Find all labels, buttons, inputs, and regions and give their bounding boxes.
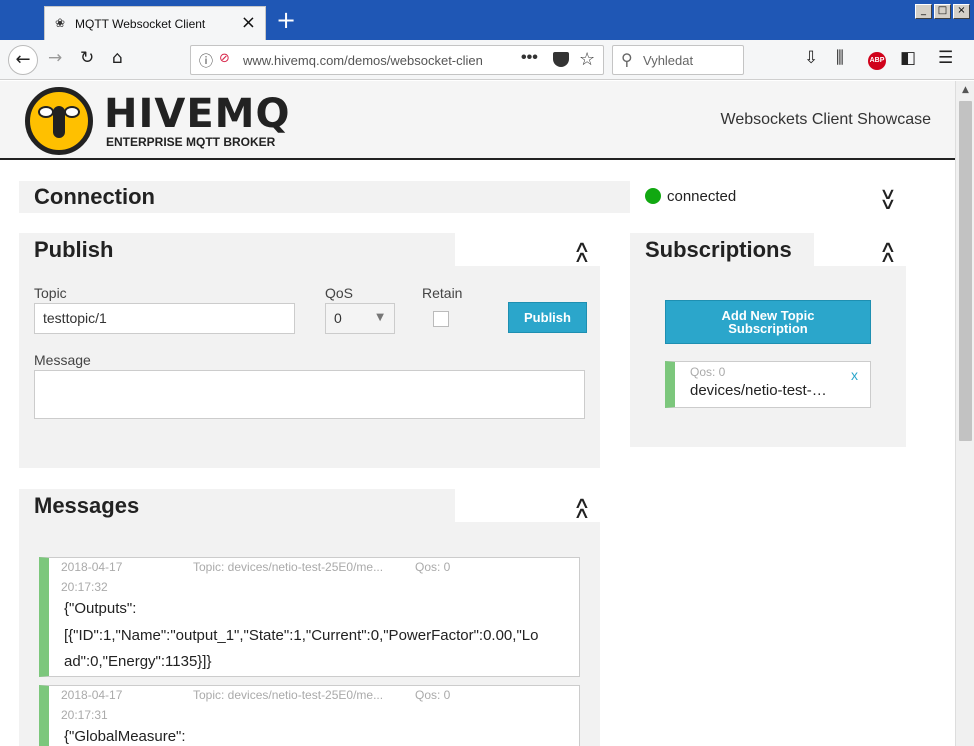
retain-checkbox[interactable]: [433, 311, 449, 327]
browser-titlebar: ❀ MQTT Websocket Client × + _ □ ×: [0, 0, 974, 40]
close-window-button[interactable]: ×: [953, 4, 970, 19]
search-bar[interactable]: ⚲ Vyhledat: [612, 45, 744, 75]
url-bar[interactable]: ⓘ ⊘ www.hivemq.com/demos/websocket-clien…: [190, 45, 604, 75]
page-content: HIVEMQ ENTERPRISE MQTT BROKER Websockets…: [0, 81, 955, 746]
hivemq-bee-logo-icon: [25, 87, 93, 155]
qos-select[interactable]: 0 ▼: [325, 303, 395, 334]
qos-label: QoS: [325, 285, 354, 301]
publish-button[interactable]: Publish: [508, 302, 587, 333]
message-label: Message: [34, 352, 91, 368]
search-icon: ⚲: [621, 50, 633, 69]
bee-favicon-icon: ❀: [55, 16, 66, 30]
insecure-lock-icon[interactable]: ⊘: [219, 51, 230, 66]
subscriptions-panel-header: Subscriptions: [630, 233, 814, 267]
browser-tab[interactable]: ❀ MQTT Websocket Client ×: [44, 6, 266, 40]
topic-label: Topic: [34, 285, 67, 301]
message-payload: {"GlobalMeasure":: [64, 724, 186, 746]
search-placeholder: Vyhledat: [643, 53, 694, 68]
downloads-icon[interactable]: ⇩: [804, 48, 818, 68]
adblock-icon[interactable]: ABP: [868, 52, 886, 70]
add-subscription-label-2: Subscription: [728, 321, 808, 336]
message-payload: {"Outputs": [{"ID":1,"Name":"output_1","…: [64, 596, 538, 676]
messages-panel-header: Messages: [19, 489, 455, 523]
new-tab-button[interactable]: +: [276, 6, 296, 34]
page-scrollbar[interactable]: ▲: [955, 81, 974, 746]
menu-icon[interactable]: ☰: [938, 48, 953, 68]
collapse-messages-icon[interactable]: ∧ ∧: [573, 495, 591, 521]
sidebar-icon[interactable]: ◧: [900, 48, 916, 68]
qos-value: 0: [334, 310, 342, 326]
subscriptions-title: Subscriptions: [645, 237, 792, 262]
scroll-thumb[interactable]: [959, 101, 972, 441]
site-header: HIVEMQ ENTERPRISE MQTT BROKER Websockets…: [0, 81, 955, 160]
home-button[interactable]: ⌂: [112, 48, 123, 68]
connection-panel-header[interactable]: Connection: [19, 181, 630, 213]
payload-line: ad":0,"Energy":1135}]}: [64, 653, 212, 670]
payload-line: {"Outputs":: [64, 600, 137, 617]
subscription-topic: devices/netio-test-…: [690, 382, 827, 399]
message-qos: Qos: 0: [415, 688, 451, 702]
publish-panel-body: Topic testtopic/1 QoS 0 ▼ Retain Publish…: [19, 266, 600, 468]
subscription-item: Qos: 0 x devices/netio-test-…: [665, 361, 871, 408]
message-item: 2018-04-17 20:17:32 Topic: devices/netio…: [39, 557, 580, 677]
publish-panel-header: Publish: [19, 233, 455, 267]
status-indicator-icon: [645, 188, 661, 204]
message-item: 2018-04-17 20:17:31 Topic: devices/netio…: [39, 685, 580, 746]
tab-title: MQTT Websocket Client: [75, 17, 206, 31]
pocket-icon[interactable]: [553, 52, 569, 67]
messages-panel-body: 2018-04-17 20:17:32 Topic: devices/netio…: [19, 522, 600, 746]
retain-label: Retain: [422, 285, 463, 301]
connection-title: Connection: [34, 184, 155, 209]
url-text[interactable]: www.hivemq.com/demos/websocket-clien: [243, 53, 483, 68]
library-icon[interactable]: ⫼: [836, 48, 844, 68]
payload-line: {"GlobalMeasure":: [64, 728, 186, 745]
showcase-title: Websockets Client Showcase: [720, 111, 931, 128]
messages-title: Messages: [34, 493, 140, 518]
scroll-up-icon[interactable]: ▲: [958, 83, 973, 98]
close-tab-icon[interactable]: ×: [241, 12, 256, 33]
reload-button[interactable]: ↻: [80, 48, 94, 68]
payload-line: [{"ID":1,"Name":"output_1","State":1,"Cu…: [64, 626, 539, 644]
logo-wordmark: HIVEMQ: [104, 91, 291, 137]
message-time: 20:17:31: [61, 708, 108, 722]
window-controls: _ □ ×: [915, 4, 970, 19]
message-time: 20:17:32: [61, 580, 108, 594]
minimize-button[interactable]: _: [915, 4, 932, 19]
connection-status: connected: [667, 188, 737, 205]
message-date: 2018-04-17: [61, 688, 123, 702]
message-qos: Qos: 0: [415, 560, 451, 574]
message-topic: Topic: devices/netio-test-25E0/me...: [193, 560, 384, 574]
back-button[interactable]: ←: [8, 45, 38, 75]
publish-title: Publish: [34, 237, 114, 262]
page-actions-icon[interactable]: •••: [521, 49, 538, 67]
expand-connection-icon[interactable]: ∨ ∨: [879, 186, 897, 212]
bookmark-star-icon[interactable]: ☆: [579, 49, 595, 70]
unsubscribe-close-icon[interactable]: x: [851, 367, 858, 383]
subscription-qos: Qos: 0: [690, 365, 726, 379]
logo-subtitle: ENTERPRISE MQTT BROKER: [106, 135, 276, 149]
collapse-subscriptions-icon[interactable]: ∧ ∧: [879, 239, 897, 265]
chevron-down-icon: ▼: [376, 312, 384, 323]
info-icon[interactable]: ⓘ: [199, 51, 213, 71]
collapse-publish-icon[interactable]: ∧ ∧: [573, 239, 591, 265]
message-textarea[interactable]: [34, 370, 585, 419]
browser-navbar: ← → ↻ ⌂ ⓘ ⊘ www.hivemq.com/demos/websock…: [0, 40, 974, 80]
message-date: 2018-04-17: [61, 560, 123, 574]
subscriptions-panel-body: Add New Topic Subscription Qos: 0 x devi…: [630, 266, 906, 447]
maximize-button[interactable]: □: [934, 4, 951, 19]
forward-button[interactable]: →: [48, 48, 62, 68]
message-topic: Topic: devices/netio-test-25E0/me...: [193, 688, 384, 702]
topic-input[interactable]: testtopic/1: [34, 303, 295, 334]
add-subscription-button[interactable]: Add New Topic Subscription: [665, 300, 871, 344]
